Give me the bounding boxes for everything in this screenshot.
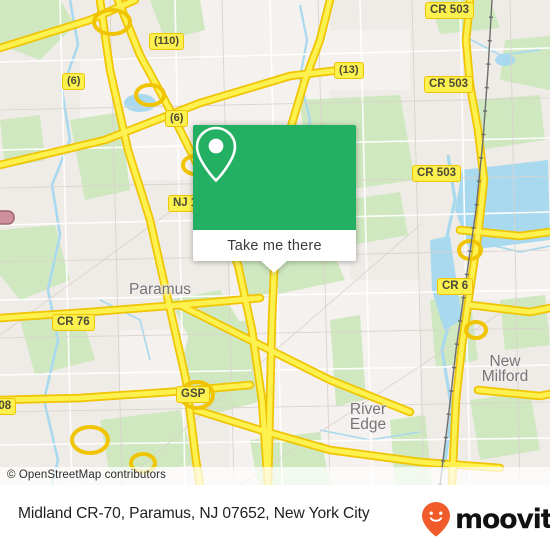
popup-tail	[261, 261, 287, 273]
road-shield-6-a: (6)	[62, 73, 86, 90]
footer-watermark	[0, 485, 550, 550]
moovit-pin-smiley-icon	[422, 502, 450, 537]
popup-image-panel	[193, 125, 356, 230]
moovit-wordmark: moovit	[455, 503, 550, 535]
map-pin-icon	[195, 126, 237, 183]
road-shield-cr76: CR 76	[52, 314, 95, 331]
road-shield-13: (13)	[334, 62, 364, 79]
moovit-logo: moovit	[421, 501, 550, 537]
road-shield-cr6: CR 6	[437, 278, 474, 295]
location-address: Midland CR-70, Paramus, NJ 07652, New Yo…	[18, 505, 370, 522]
city-label-river-edge: River Edge	[349, 401, 387, 433]
road-shield-110: (110)	[149, 33, 185, 50]
attribution-text: © OpenStreetMap contributors	[7, 469, 166, 481]
city-label-paramus: Paramus	[128, 281, 192, 298]
city-label-new-milford: New Milford	[481, 353, 529, 385]
map-popup[interactable]: Take me there	[193, 125, 356, 273]
road-shield-508: 508	[0, 398, 17, 415]
map-canvas[interactable]: Paramus River Edge New Milford (110) (6) (…	[0, 0, 550, 485]
road-shield-cr503-b: CR 503	[424, 76, 473, 93]
road-shield-6-b: (6)	[165, 110, 189, 127]
popup-action-label: Take me there	[227, 237, 322, 254]
moovit-map-screenshot: Paramus River Edge New Milford (110) (6) (…	[0, 0, 550, 550]
road-shield-cr503-a: CR 503	[425, 2, 474, 19]
road-shield-gsp: GSP	[176, 386, 211, 403]
map-attribution: © OpenStreetMap contributors	[0, 467, 550, 485]
popup-action-bar[interactable]: Take me there	[193, 230, 356, 261]
road-shield-cr503-c: CR 503	[412, 165, 461, 182]
